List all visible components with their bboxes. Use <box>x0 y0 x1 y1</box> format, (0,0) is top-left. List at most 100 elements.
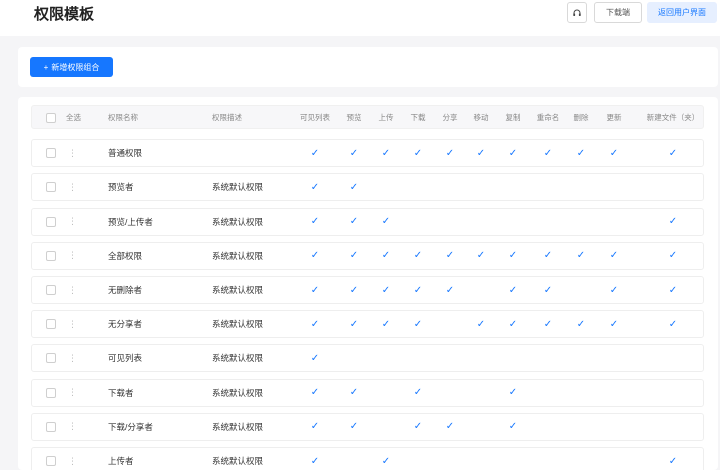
drag-handle-icon[interactable]: ⋮ <box>68 277 77 303</box>
check-icon: ✓ <box>310 284 320 296</box>
permission-name: 无分享者 <box>108 319 143 330</box>
column-header-name: 权限名称 <box>108 112 138 122</box>
check-icon: ✓ <box>508 284 518 296</box>
check-icon: ✓ <box>310 147 320 159</box>
check-icon: ✓ <box>668 147 678 159</box>
check-icon: ✓ <box>668 284 678 296</box>
permission-description: 系统默认权限 <box>212 353 264 364</box>
column-header-permission: 预览 <box>346 112 362 122</box>
return-to-user-button[interactable]: 返回用户界面 <box>647 2 717 23</box>
permission-description: 系统默认权限 <box>212 456 264 466</box>
check-icon: ✓ <box>476 318 486 330</box>
drag-handle-icon[interactable]: ⋮ <box>68 414 77 440</box>
check-icon: ✓ <box>413 421 423 433</box>
drag-handle-icon[interactable]: ⋮ <box>68 243 77 269</box>
check-icon: ✓ <box>476 250 486 262</box>
check-icon: ✓ <box>413 387 423 399</box>
column-header-permission: 复制 <box>505 112 521 122</box>
column-header-permission: 新建文件（夹） <box>646 112 700 122</box>
column-header-description: 权限描述 <box>212 112 242 122</box>
check-icon: ✓ <box>609 284 619 296</box>
drag-handle-icon[interactable]: ⋮ <box>68 209 77 235</box>
page-title: 权限模板 <box>34 6 95 23</box>
table-row: ⋮ 预览者 系统默认权限 ✓ ✓ <box>31 173 704 202</box>
row-checkbox[interactable] <box>46 456 56 466</box>
drag-handle-icon[interactable]: ⋮ <box>68 174 77 200</box>
check-icon: ✓ <box>310 421 320 433</box>
check-icon: ✓ <box>381 455 391 467</box>
row-checkbox[interactable] <box>46 387 56 398</box>
check-icon: ✓ <box>349 181 359 193</box>
drag-handle-icon[interactable]: ⋮ <box>68 380 77 406</box>
check-icon: ✓ <box>543 147 553 159</box>
table-row: ⋮ 可见列表 系统默认权限 ✓ <box>31 344 704 373</box>
drag-handle-icon[interactable]: ⋮ <box>68 311 77 337</box>
permission-name: 普通权限 <box>108 148 143 159</box>
check-icon: ✓ <box>310 216 320 228</box>
table-row: ⋮ 普通权限 ✓ ✓ ✓ ✓ ✓ ✓ ✓ ✓ ✓ ✓ ✓ <box>31 139 704 168</box>
check-icon: ✓ <box>310 181 320 193</box>
row-checkbox[interactable] <box>46 353 56 364</box>
check-icon: ✓ <box>349 318 359 330</box>
column-header-permission: 下载 <box>410 112 426 122</box>
support-button[interactable] <box>567 2 587 23</box>
select-all-label: 全选 <box>66 112 81 122</box>
check-icon: ✓ <box>381 250 391 262</box>
row-checkbox[interactable] <box>46 319 56 330</box>
column-header-permission: 重命名 <box>536 112 560 122</box>
check-icon: ✓ <box>349 216 359 228</box>
check-icon: ✓ <box>508 147 518 159</box>
check-icon: ✓ <box>310 387 320 399</box>
permission-description: 系统默认权限 <box>212 250 264 261</box>
check-icon: ✓ <box>476 147 486 159</box>
check-icon: ✓ <box>349 250 359 262</box>
row-checkbox[interactable] <box>46 182 56 193</box>
column-header-permission: 移动 <box>473 112 489 122</box>
check-icon: ✓ <box>508 250 518 262</box>
plus-icon: + <box>43 62 49 72</box>
check-icon: ✓ <box>413 284 423 296</box>
check-icon: ✓ <box>413 250 423 262</box>
permission-table-panel: 全选 权限名称 权限描述 可见列表 预览 上传 下载 分享 移动 复制 重命名 删除 更新 新建文件（夹）… <box>18 97 718 470</box>
check-icon: ✓ <box>543 318 553 330</box>
check-icon: ✓ <box>543 250 553 262</box>
check-icon: ✓ <box>576 147 586 159</box>
table-header-row: 全选 权限名称 权限描述 可见列表 预览 上传 下载 分享 移动 复制 重命名 删除 更新 新建文件（夹） <box>31 105 704 129</box>
permission-description: 系统默认权限 <box>212 387 264 398</box>
row-checkbox[interactable] <box>46 148 56 159</box>
row-checkbox[interactable] <box>46 250 56 261</box>
drag-handle-icon[interactable]: ⋮ <box>68 448 77 470</box>
column-header-permission: 上传 <box>378 112 394 122</box>
row-checkbox[interactable] <box>46 216 56 227</box>
row-checkbox[interactable] <box>46 421 56 432</box>
table-row: ⋮ 下载者 系统默认权限 ✓ ✓ ✓ ✓ <box>31 378 704 407</box>
check-icon: ✓ <box>381 318 391 330</box>
select-all-checkbox[interactable] <box>46 113 56 123</box>
drag-handle-icon[interactable]: ⋮ <box>68 345 77 371</box>
check-icon: ✓ <box>445 284 455 296</box>
check-icon: ✓ <box>310 318 320 330</box>
check-icon: ✓ <box>381 284 391 296</box>
check-icon: ✓ <box>609 147 619 159</box>
table-row: ⋮ 无分享者 系统默认权限 ✓ ✓ ✓ ✓ ✓ ✓ ✓ ✓ ✓ ✓ <box>31 310 704 339</box>
table-row: ⋮ 下载/分享者 系统默认权限 ✓ ✓ ✓ ✓ ✓ <box>31 412 704 441</box>
top-bar: 权限模板 下载端 返回用户界面 <box>0 0 720 36</box>
check-icon: ✓ <box>445 147 455 159</box>
check-icon: ✓ <box>310 352 320 364</box>
check-icon: ✓ <box>310 455 320 467</box>
permission-description: 系统默认权限 <box>212 285 264 295</box>
permission-description: 系统默认权限 <box>212 216 264 227</box>
column-header-permission: 分享 <box>442 112 458 122</box>
row-checkbox[interactable] <box>46 285 56 295</box>
add-button-label: 新增权限组合 <box>51 62 100 72</box>
table-row: ⋮ 预览/上传者 系统默认权限 ✓ ✓ ✓ ✓ <box>31 207 704 236</box>
column-header-permission: 更新 <box>606 112 622 122</box>
permission-description: 系统默认权限 <box>212 182 264 193</box>
download-client-button[interactable]: 下载端 <box>594 2 642 23</box>
permission-name: 预览者 <box>108 182 134 193</box>
add-permission-group-button[interactable]: + 新增权限组合 <box>30 57 113 77</box>
check-icon: ✓ <box>576 318 586 330</box>
drag-handle-icon[interactable]: ⋮ <box>68 140 77 166</box>
check-icon: ✓ <box>668 318 678 330</box>
permission-description: 系统默认权限 <box>212 421 264 432</box>
